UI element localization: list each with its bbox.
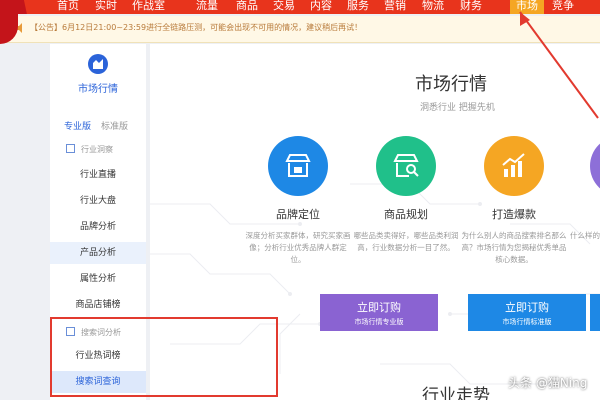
feature-desc-traffic: 什么样的流量: [570, 231, 600, 240]
buy-standard-sub: 市场行情标准版: [502, 318, 552, 326]
tab-standard[interactable]: 标准版: [101, 122, 128, 132]
top-nav-bar: 首页 实时 作战室 流量 商品 交易 内容 服务 营销 物流 财务 市场 竞争: [0, 0, 600, 14]
buy-standard-label: 立即订购: [505, 301, 549, 314]
nav-item-market[interactable]: 市场: [510, 0, 544, 14]
buy-pro-button[interactable]: 立即订购 市场行情专业版: [320, 294, 438, 331]
sidebar-item-product-analysis[interactable]: 产品分析: [50, 242, 146, 264]
market-logo-icon: [88, 54, 108, 74]
buy-standard-button[interactable]: 立即订购 市场行情标准版: [468, 294, 586, 331]
tab-pro[interactable]: 专业版: [64, 122, 91, 132]
feature-name-brand: 品牌定位: [276, 208, 320, 221]
nav-item-home[interactable]: 首页: [57, 0, 79, 14]
buy-button-cut: [590, 294, 600, 331]
feature-desc-hot: 为什么别人的商品搜索排名那么高？市场行情为您揭秘优秀单品核心数据。: [461, 231, 567, 264]
edition-tabs: 专业版 标准版: [64, 119, 128, 132]
notice-bar: 【公告】6月12日21:00~23:59进行全链路压测，可能会出现不可用的情况，…: [0, 16, 600, 43]
feature-desc-brand: 深度分析买家群体，研究买家画像；分析行业优秀品牌人群定位。: [245, 231, 351, 264]
buy-pro-label: 立即订购: [357, 301, 401, 314]
nav-item-trade[interactable]: 交易: [273, 0, 295, 14]
nav-item-traffic[interactable]: 流量: [196, 0, 218, 14]
feature-hot-icon-circle: [484, 136, 544, 196]
section-title-trend: 行业走势: [422, 386, 490, 400]
feature-brand-icon-circle: [268, 136, 328, 196]
feature-name-planning: 商品规划: [384, 208, 428, 221]
sidebar-item-brand-analysis[interactable]: 品牌分析: [50, 216, 146, 238]
page-title: 市场行情: [415, 74, 487, 95]
decorative-ribbon: [0, 0, 33, 14]
feature-planning-icon-circle: [376, 136, 436, 196]
chart-up-icon: [502, 153, 525, 177]
feature-name-hot: 打造爆款: [492, 208, 536, 221]
sidebar-item-attribute-analysis[interactable]: 属性分析: [50, 268, 146, 290]
nav-item-marketing[interactable]: 营销: [384, 0, 406, 14]
sidebar-title: 市场行情: [78, 84, 118, 95]
shop-search-icon: [393, 154, 419, 177]
feature-desc-planning: 哪些品类卖得好，哪些品类利润高，行业数据分析一目了然。: [353, 231, 459, 252]
sidebar-item-industry-live[interactable]: 行业直播: [50, 164, 146, 186]
buy-pro-sub: 市场行情专业版: [354, 318, 404, 326]
nav-item-service[interactable]: 服务: [347, 0, 369, 14]
sidebar-item-goods-shop-rank[interactable]: 商品店铺榜: [50, 294, 146, 316]
storefront-icon: [285, 154, 311, 177]
nav-item-realtime[interactable]: 实时: [95, 0, 117, 14]
folder-icon: [66, 144, 75, 153]
page-subtitle: 洞悉行业 把握先机: [420, 103, 495, 113]
highlight-box: [50, 317, 278, 397]
nav-item-competition[interactable]: 竞争: [552, 0, 574, 14]
nav-item-war-room[interactable]: 作战室: [132, 0, 165, 14]
nav-item-content[interactable]: 内容: [310, 0, 332, 14]
watermark-text: 头条 @猫Ning: [508, 376, 588, 390]
group-industry-insight: 行业洞察: [66, 144, 113, 155]
nav-item-finance[interactable]: 财务: [460, 0, 482, 14]
sidebar-item-industry-overview[interactable]: 行业大盘: [50, 190, 146, 212]
notice-text: 【公告】6月12日21:00~23:59进行全链路压测，可能会出现不可用的情况，…: [30, 23, 363, 32]
nav-item-logistics[interactable]: 物流: [422, 0, 444, 14]
nav-item-goods[interactable]: 商品: [236, 0, 258, 14]
